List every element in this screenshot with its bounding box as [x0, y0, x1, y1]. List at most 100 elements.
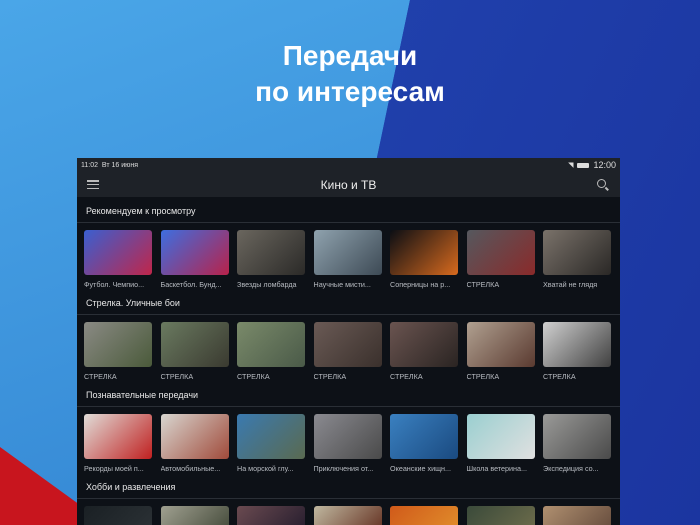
show-thumbnail[interactable] — [237, 414, 305, 459]
show-thumbnail[interactable] — [543, 414, 611, 459]
show-card[interactable]: СТРЕЛКА — [160, 322, 229, 381]
section-title[interactable]: Рекомендуем к просмотру — [77, 197, 620, 223]
show-thumbnail[interactable] — [466, 414, 535, 459]
status-time: 11:02 — [81, 161, 98, 169]
show-card[interactable]: Автомобильные... — [160, 414, 229, 473]
show-card[interactable] — [390, 506, 458, 525]
show-card[interactable]: СТРЕЛКА — [466, 322, 535, 381]
show-card[interactable] — [237, 506, 305, 525]
show-thumbnail[interactable] — [160, 322, 229, 367]
show-title: СТРЕЛКА — [543, 372, 576, 381]
show-title: Экспедиция со... — [543, 464, 599, 473]
show-title: СТРЕЛКА — [160, 372, 194, 381]
section-title[interactable]: Стрелка. Уличные бои — [77, 289, 620, 315]
carousel-row: СТРЕЛКА СТРЕЛКА СТРЕЛКА СТРЕЛКА СТРЕЛКА СТРЕЛ… — [77, 315, 620, 381]
status-bar: 11:02 Вт 16 июня ◥ 12:00 — [77, 158, 620, 172]
status-date: Вт 16 июня — [101, 161, 139, 169]
show-thumbnail[interactable] — [313, 414, 382, 459]
show-thumbnail[interactable] — [160, 506, 229, 525]
show-card[interactable]: СТРЕЛКА — [313, 322, 382, 381]
show-title: СТРЕЛКА — [466, 372, 500, 381]
show-thumbnail[interactable] — [466, 230, 535, 275]
show-thumbnail[interactable] — [160, 230, 229, 275]
show-thumbnail[interactable] — [84, 230, 152, 275]
show-title: Научные мисти... — [313, 280, 371, 289]
battery-icon — [577, 162, 590, 168]
show-title: СТРЕЛКА — [390, 372, 423, 381]
show-card[interactable]: СТРЕЛКА — [390, 322, 458, 381]
tablet-screen: 11:02 Вт 16 июня ◥ 12:00 Кино и ТВ Рекоме… — [77, 158, 620, 525]
wifi-icon: ◥ — [568, 162, 574, 169]
show-title: СТРЕЛКА — [84, 372, 117, 381]
content-sections: Рекомендуем к просмотру Футбол. Чемпио...… — [77, 197, 620, 525]
show-title: Автомобильные... — [160, 464, 221, 473]
show-thumbnail[interactable] — [390, 506, 458, 525]
page-title: Кино и ТВ — [320, 177, 377, 192]
show-title: Океанские хищн... — [390, 464, 452, 473]
show-card[interactable]: СТРЕЛКА — [84, 322, 152, 381]
show-thumbnail[interactable] — [160, 414, 229, 459]
show-thumbnail[interactable] — [237, 506, 305, 525]
show-card[interactable] — [160, 506, 229, 525]
show-title: Футбол. Чемпио... — [84, 280, 145, 289]
show-card[interactable]: Экспедиция со... — [543, 414, 611, 473]
show-card[interactable]: Научные мисти... — [313, 230, 382, 289]
show-thumbnail[interactable] — [237, 230, 305, 275]
show-card[interactable]: Соперницы на р... — [390, 230, 458, 289]
headline-line-1: Передачи — [282, 40, 418, 71]
show-card[interactable]: СТРЕЛКА — [237, 322, 305, 381]
show-title: СТРЕЛКА — [466, 280, 500, 289]
app-bar: Кино и ТВ — [77, 172, 620, 197]
show-card[interactable]: Баскетбол. Бунд... — [160, 230, 229, 289]
show-thumbnail[interactable] — [466, 506, 535, 525]
search-icon[interactable] — [597, 179, 606, 188]
show-card[interactable]: Школа ветерина... — [466, 414, 535, 473]
carousel-row: Футбол. Чемпио... Баскетбол. Бунд... Звезд… — [77, 223, 620, 289]
show-title: Баскетбол. Бунд... — [160, 280, 222, 289]
show-title: Соперницы на р... — [390, 280, 451, 289]
show-thumbnail[interactable] — [313, 230, 382, 275]
show-thumbnail[interactable] — [466, 322, 535, 367]
show-card[interactable]: На морской глу... — [237, 414, 305, 473]
show-thumbnail[interactable] — [84, 506, 152, 525]
carousel-row — [77, 499, 620, 525]
status-clock: 12:00 — [593, 160, 616, 170]
show-title: Рекорды моей п... — [84, 464, 144, 473]
show-title: СТРЕЛКА — [237, 372, 270, 381]
show-card[interactable] — [84, 506, 152, 525]
promo-headline: Передачи по интересам — [0, 38, 700, 110]
show-card[interactable]: Океанские хищн... — [390, 414, 458, 473]
show-thumbnail[interactable] — [390, 230, 458, 275]
show-thumbnail[interactable] — [237, 322, 305, 367]
show-card[interactable]: СТРЕЛКА — [466, 230, 535, 289]
show-title: На морской глу... — [237, 464, 294, 473]
show-card[interactable]: Футбол. Чемпио... — [84, 230, 152, 289]
show-thumbnail[interactable] — [84, 414, 152, 459]
show-thumbnail[interactable] — [390, 322, 458, 367]
show-thumbnail[interactable] — [313, 506, 382, 525]
menu-icon[interactable] — [87, 180, 99, 189]
show-card[interactable]: Звезды ломбарда — [237, 230, 305, 289]
show-card[interactable]: Приключения от... — [313, 414, 382, 473]
show-thumbnail[interactable] — [543, 322, 611, 367]
show-title: Школа ветерина... — [466, 464, 528, 473]
carousel-row: Рекорды моей п... Автомобильные... На морс… — [77, 407, 620, 473]
show-thumbnail[interactable] — [390, 414, 458, 459]
section-title[interactable]: Познавательные передачи — [77, 381, 620, 407]
show-title: Хватай не глядя — [543, 280, 598, 289]
show-title: Приключения от... — [313, 464, 374, 473]
show-card[interactable]: Хватай не глядя — [543, 230, 611, 289]
show-title: Звезды ломбарда — [237, 280, 297, 289]
show-thumbnail[interactable] — [313, 322, 382, 367]
section-title[interactable]: Хобби и развлечения — [77, 473, 620, 499]
show-thumbnail[interactable] — [543, 506, 611, 525]
show-card[interactable] — [543, 506, 611, 525]
show-title: СТРЕЛКА — [313, 372, 347, 381]
show-thumbnail[interactable] — [84, 322, 152, 367]
show-card[interactable] — [313, 506, 382, 525]
show-card[interactable] — [466, 506, 535, 525]
show-card[interactable]: Рекорды моей п... — [84, 414, 152, 473]
show-card[interactable]: СТРЕЛКА — [543, 322, 611, 381]
show-thumbnail[interactable] — [543, 230, 611, 275]
headline-line-2: по интересам — [255, 76, 445, 107]
